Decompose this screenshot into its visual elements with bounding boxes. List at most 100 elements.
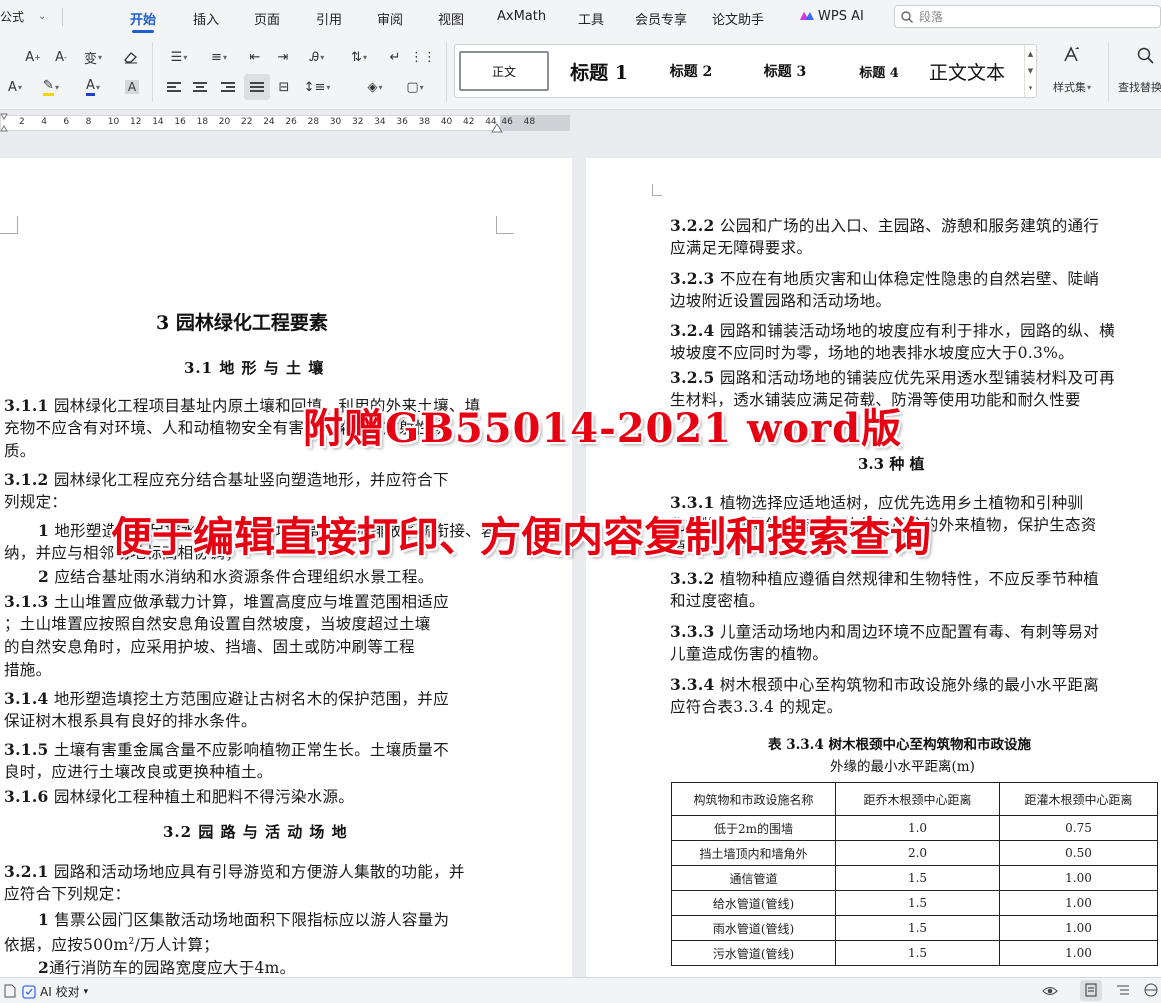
style-set-icon[interactable] <box>1046 40 1096 70</box>
grow-font-icon[interactable]: A + <box>22 46 44 68</box>
table-cell: 污水管道(管线) <box>671 940 836 966</box>
promo-overlay-line-2: 便于编辑直接打印、方便内容复制和搜索查询 <box>111 513 931 561</box>
style-normal[interactable]: 正文 <box>459 51 549 91</box>
document-icon[interactable] <box>4 984 16 998</box>
increase-indent-icon[interactable]: ⇥ <box>272 46 294 68</box>
table-cell: 1.00 <box>999 890 1158 916</box>
expand-icon[interactable]: ▾ <box>1029 84 1033 92</box>
formula-menu[interactable]: 公式 ⌄ <box>0 8 46 25</box>
tab-wps-ai[interactable]: WPS AI <box>800 9 864 24</box>
ruler-tick-label: 42 <box>463 117 475 127</box>
table-cell: 挡土墙顶内和墙角外 <box>671 840 836 866</box>
tab-home[interactable]: 开始 <box>130 9 156 33</box>
align-right-icon[interactable] <box>218 76 238 98</box>
highlight-icon[interactable]: ✎ ▾ <box>36 76 66 98</box>
clause-text: 质。 <box>4 442 36 460</box>
ruler-tick-label: 24 <box>263 117 275 127</box>
ruler-tick-label: 40 <box>440 117 453 127</box>
find-replace-button[interactable]: 查找替换 <box>1118 76 1161 98</box>
style-heading-3[interactable]: 标题 3 <box>745 51 825 91</box>
table-cell: 0.50 <box>999 840 1158 866</box>
clause-text: 土壤有害重金属含量不应影响植物正常生长。土壤质量不 <box>53 741 449 759</box>
eraser-icon[interactable] <box>118 46 144 68</box>
ruler-tick-label: 20 <box>218 117 231 127</box>
clause-text: 和过度密植。 <box>670 592 765 610</box>
clause-text: 园路和铺装活动场地的坡度应有利于排水，园路的纵、横 <box>719 322 1115 340</box>
chevron-up-icon[interactable]: ▲ <box>1028 50 1033 58</box>
find-icon[interactable] <box>1134 42 1158 70</box>
eye-icon[interactable] <box>1042 984 1058 998</box>
text-direction-icon[interactable]: Ꭿ ▾ <box>302 46 332 68</box>
shading-icon[interactable]: ◈ ▾ <box>360 76 390 98</box>
shrink-font-icon[interactable]: A- <box>50 46 72 68</box>
border-icon[interactable]: ▢ ▾ <box>400 76 430 98</box>
clause-number: 3.2.1 <box>4 862 49 881</box>
clause-text: 保证树木根系具有良好的排水条件。 <box>4 712 257 730</box>
clause-3-1-3: 3.1.3 土山堆置应做承载力计算，堆置高度应与堆置范围相适应 <box>4 590 449 614</box>
align-left-icon[interactable] <box>164 76 184 98</box>
ai-check-button[interactable]: AI 校对 ▾ <box>22 983 88 1000</box>
promo-overlay-line-1: 附赠GB55014-2021 word版 <box>303 405 903 452</box>
clause-text: 不应在有地质灾害和山体稳定性隐患的自然岩壁、陡峭 <box>719 270 1100 288</box>
table-cell: 1.5 <box>835 915 1000 941</box>
tab-review[interactable]: 审阅 <box>377 9 403 28</box>
clause-text: 园林绿化工程应充分结合基址竖向塑造地形，并应符合下 <box>53 471 449 489</box>
tab-page[interactable]: 页面 <box>254 9 280 28</box>
clause-number: 3.1.2 <box>4 470 49 489</box>
style-heading-1[interactable]: 标题 1 <box>559 51 639 91</box>
ruler-tick-label: 44 <box>485 117 497 127</box>
numbered-list-icon[interactable]: ≡ ▾ <box>204 46 234 68</box>
tab-thesis-assistant[interactable]: 论文助手 <box>712 9 764 28</box>
style-gallery-scroll[interactable]: ▲ ▼ ▾ <box>1024 45 1036 97</box>
text-effect-icon[interactable]: A ▾ <box>0 76 30 98</box>
style-body-text[interactable]: 正文文本 <box>929 51 1021 91</box>
phonetic-icon[interactable]: 变 ▾ <box>78 46 108 68</box>
sort-icon[interactable]: ⇅ ▾ <box>344 46 374 68</box>
clause-text: 公园和广场的出入口、主园路、游憩和服务建筑的通行 <box>719 217 1100 235</box>
clause-number: 3.3.2 <box>670 569 715 588</box>
item-number: 2 <box>38 567 50 586</box>
columns-icon[interactable]: ⋮⋮ <box>410 46 436 68</box>
font-color-icon[interactable]: A ▾ <box>78 76 108 98</box>
chevron-down-icon[interactable]: ▼ <box>1028 67 1033 75</box>
bullet-list-icon[interactable]: ☰ ▾ <box>164 46 194 68</box>
style-set-label: 样式集 <box>1052 81 1086 94</box>
table-header: 构筑物和市政设施名称 <box>671 782 836 816</box>
ai-check-label: AI 校对 <box>40 985 80 999</box>
ruler-tick-label: 38 <box>418 117 431 127</box>
ruler-tick-label: 30 <box>329 117 342 127</box>
outline-view-icon[interactable] <box>1116 983 1130 997</box>
document-page-left[interactable]: 3 园林绿化工程要素 3.1 地 形 与 土 壤 3.1.1 园林绿化工程项目基… <box>0 158 572 988</box>
tab-references[interactable]: 引用 <box>316 9 342 28</box>
tab-axmath[interactable]: AxMath <box>497 9 546 24</box>
clause-3-2-3: 3.2.3 不应在有地质灾害和山体稳定性隐患的自然岩壁、陡峭 <box>670 267 1099 291</box>
indent-marker-icon[interactable] <box>0 110 12 136</box>
clause-number: 3.1.4 <box>4 689 49 708</box>
table-caption: 外缘的最小水平距离(m) <box>830 759 975 775</box>
style-set-button[interactable]: 样式集 ▾ <box>1042 76 1102 98</box>
horizontal-ruler[interactable]: 2 4 6 8 10 12 14 16 18 20 22 24 26 28 30 32 34 36 38 40 42 44… <box>0 110 1161 136</box>
line-spacing-icon[interactable]: ↕≡ ▾ <box>302 76 332 98</box>
distributed-align-icon[interactable]: ⊟ <box>274 76 294 98</box>
justify-icon[interactable] <box>244 74 270 100</box>
tab-insert[interactable]: 插入 <box>193 9 219 28</box>
decrease-indent-icon[interactable]: ⇤ <box>244 46 266 68</box>
char-shading-icon[interactable]: A <box>122 76 142 98</box>
document-page-right[interactable]: 3.2.2 公园和广场的出入口、主园路、游憩和服务建筑的通行 应满足无障碍要求。… <box>586 158 1161 988</box>
chevron-down-icon[interactable]: ▾ <box>84 987 89 997</box>
align-center-icon[interactable] <box>190 76 210 98</box>
tab-view[interactable]: 视图 <box>438 9 464 28</box>
clause-text: 坡坡度不应同时为零，场地的地表排水坡度应大于0.3%。 <box>670 344 1074 362</box>
tab-tools[interactable]: 工具 <box>578 9 604 28</box>
tab-member[interactable]: 会员专享 <box>635 9 687 28</box>
page-view-button[interactable] <box>1080 980 1102 1001</box>
paragraph-mark-icon[interactable]: ↵ <box>384 46 406 68</box>
style-heading-4[interactable]: 标题 4 <box>841 51 917 91</box>
style-heading-2[interactable]: 标题 2 <box>651 51 731 91</box>
chevron-down-icon[interactable]: ⌄ <box>38 11 46 22</box>
web-view-icon[interactable] <box>1144 983 1158 997</box>
clause-3-1-4: 3.1.4 地形塑造填挖土方范围应避让古树名木的保护范围，并应 <box>4 687 449 711</box>
clause-text: 树木根颈中心至构筑物和市政设施外缘的最小水平距离 <box>719 676 1100 694</box>
search-input[interactable]: 段落 <box>894 5 1161 28</box>
clause-number: 3.1.5 <box>4 740 49 759</box>
